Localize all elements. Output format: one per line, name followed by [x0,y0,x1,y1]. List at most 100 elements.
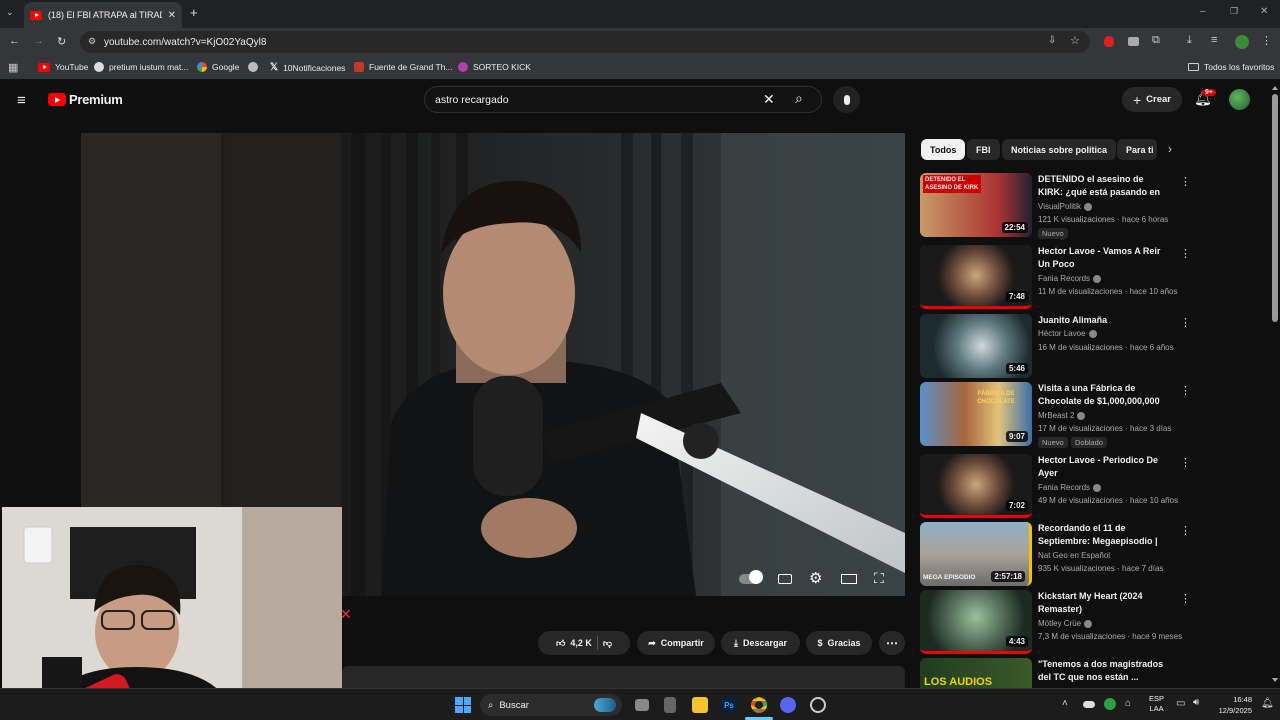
bookmark-google[interactable]: Google [197,62,239,72]
thumb-caption: LOS AUDIOS [924,676,993,688]
fullscreen-icon[interactable]: ⛶ [874,570,884,587]
file-explorer-icon[interactable] [692,697,708,713]
theater-mode-icon[interactable] [841,574,857,584]
globe-icon [248,62,258,72]
bookmark-youtube[interactable]: YouTube [38,62,88,72]
chip-todos[interactable]: Todos [921,139,966,160]
like-button[interactable]: 👍︎ 4,2 K [556,638,592,649]
rec-item[interactable]: LOS AUDIOS "Tenemos a dos magistrados de… [920,658,1180,688]
thumbs-up-icon: 👍︎ [555,637,566,648]
scroll-up-arrow-icon[interactable] [1272,86,1278,90]
site-info-icon[interactable]: ⚙ [88,36,96,47]
rec-item[interactable]: DETENIDO EL ASESINO DE KIRK 22:54 DETENI… [920,173,1191,239]
subtitles-icon[interactable] [778,574,792,584]
more-actions-button[interactable]: ⋯ [879,631,905,655]
rec-menu-icon[interactable]: ⋮ [1180,316,1191,329]
bookmark-pretium[interactable]: pretium iustum mat... [94,62,188,72]
hamburger-menu-icon[interactable]: ≡ [17,92,26,109]
rec-menu-icon[interactable]: ⋮ [1180,247,1191,260]
discord-icon[interactable] [780,697,796,713]
verified-icon [1093,483,1102,492]
rec-item[interactable]: 4:43 Kickstart My Heart (2024 Remaster) … [920,590,1191,656]
bookmark-fuente-gta[interactable]: Fuente de Grand Th... [354,62,452,72]
create-button[interactable]: + Crear [1122,87,1182,112]
forward-icon[interactable]: → [33,35,44,47]
minimize-window-icon[interactable]: – [1200,6,1206,17]
extension-red-icon[interactable] [1104,36,1114,47]
back-icon[interactable]: ← [9,35,20,47]
reload-icon[interactable]: ↻ [57,35,66,48]
chips-next-arrow-icon[interactable]: › [1168,142,1172,156]
rec-item[interactable]: 7:48 Hector Lavoe - Vamos A Reir Un Poco… [920,245,1191,311]
rec-item[interactable]: 7:02 Hector Lavoe - Periodico De Ayer Fa… [920,454,1191,520]
bookmark-sorteo-kick[interactable]: SORTEO KICK [458,62,531,72]
apps-grid-icon[interactable]: ▦ [8,61,18,74]
install-app-icon[interactable]: ⇩ [1048,35,1056,46]
extension-gray-icon[interactable] [1128,37,1139,46]
description-box[interactable] [342,666,905,688]
network-icon[interactable]: ▭ [1176,698,1185,709]
task-view-icon[interactable] [635,699,649,711]
clear-search-icon[interactable]: ✕ [763,91,775,108]
tab-search-icon[interactable]: ⌄ [6,7,14,18]
all-bookmarks[interactable]: Todos los favoritos [1188,62,1274,72]
profile-avatar[interactable] [1235,35,1249,49]
onedrive-icon[interactable] [1083,701,1095,708]
share-button[interactable]: ➦ Compartir [637,631,715,655]
tray-app-icon[interactable]: ⌂ [1125,698,1131,709]
dislike-button[interactable]: 👎︎ [603,638,612,649]
app-icon[interactable] [810,697,826,713]
new-tab-button[interactable]: + [190,5,198,20]
notification-count-badge: 9+ [1202,89,1216,96]
rec-item[interactable]: FÁBRICA DE CHOCOLATE 9:07 Visita a una F… [920,382,1191,448]
thanks-button[interactable]: $ Gracias [806,631,872,655]
taskbar-search[interactable]: ⌕ Buscar [480,694,622,716]
rec-menu-icon[interactable]: ⋮ [1180,384,1191,397]
notification-center-icon[interactable]: 🔔︎ [1261,698,1274,709]
account-avatar[interactable] [1229,89,1250,110]
clock[interactable]: 16:48 12/9/2025 [1214,694,1252,716]
rec-menu-icon[interactable]: ⋮ [1180,175,1191,188]
scroll-down-arrow-icon[interactable] [1272,678,1278,682]
app-icon[interactable] [664,697,676,713]
reading-list-icon[interactable]: ≡ [1211,34,1217,46]
search-input[interactable]: astro recargado ✕ ⌕ [424,86,822,113]
close-tab-icon[interactable]: ✕ [168,10,176,21]
rec-item[interactable]: 5:46 Juanito Alimaña Héctor Lavoe 16 M d… [920,314,1191,380]
tray-overflow-icon[interactable]: ˄ [1062,698,1068,709]
volume-icon[interactable]: 🔊︎ [1193,697,1199,708]
search-icon[interactable]: ⌕ [795,90,803,107]
address-bar[interactable]: ⚙ youtube.com/watch?v=KjO02YaQyl8 ⇩ ☆ [80,31,1090,53]
video-thumbnail: DETENIDO EL ASESINO DE KIRK 22:54 [920,173,1032,237]
bookmark-star-icon[interactable]: ☆ [1070,34,1080,47]
scrollbar-thumb[interactable] [1272,94,1278,322]
downloads-icon[interactable]: ⤓ [1187,34,1192,47]
photoshop-icon[interactable]: Ps [721,697,737,713]
voice-search-button[interactable] [833,86,860,113]
bookmark-notificaciones[interactable]: 𝕏 10Notificaciones [270,62,345,73]
maximize-window-icon[interactable]: ❐ [1230,6,1238,17]
bookmark-globe[interactable] [248,62,258,72]
browser-menu-icon[interactable]: ⋮ [1261,34,1272,47]
rec-menu-icon[interactable]: ⋮ [1180,592,1191,605]
browser-tab-active[interactable]: (18) El FBI ATRAPA al TIRADOR de KIRK ✕ [24,2,182,28]
verified-icon [1093,274,1102,283]
chip-fbi[interactable]: FBI [967,139,1000,160]
chrome-icon[interactable] [751,697,767,713]
verified-icon [1077,411,1086,420]
rec-menu-icon[interactable]: ⋮ [1180,456,1191,469]
download-button[interactable]: ⤓ Descargar [721,631,800,655]
close-overlay-icon[interactable]: ✕ [340,606,352,623]
settings-gear-icon[interactable]: ⚙ [809,569,822,587]
tray-green-icon[interactable] [1104,698,1116,710]
rec-item[interactable]: MEGA EPISODIO 2:57:18 Recordando el 11 d… [920,522,1191,588]
chip-noticias[interactable]: Noticias sobre política [1002,139,1117,160]
youtube-logo[interactable]: Premium [48,92,123,107]
language-indicator[interactable]: ESP LAA [1149,694,1164,714]
extensions-puzzle-icon[interactable]: ⧉ [1152,34,1160,47]
windows-start-icon[interactable] [455,697,471,713]
chip-para-ti[interactable]: Para ti [1117,139,1157,160]
close-window-icon[interactable]: ✕ [1260,6,1268,17]
page-scrollbar[interactable] [1270,80,1280,688]
rec-menu-icon[interactable]: ⋮ [1180,524,1191,537]
